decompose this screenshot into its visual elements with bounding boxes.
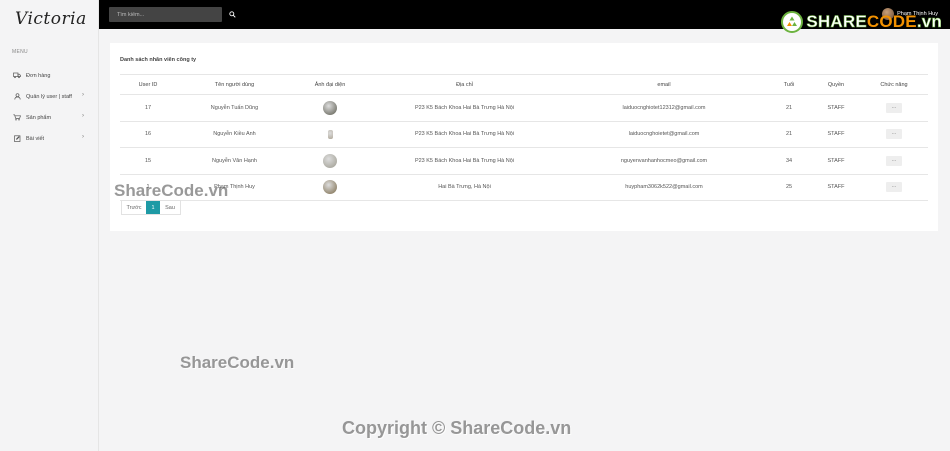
pagination-page-button[interactable]: 1 [146,201,160,214]
user-icon [13,93,21,101]
cell-age: 21 [766,121,812,148]
sharecode-logo: SHARECODE.vn [781,11,942,33]
table-row: 17 Nguyễn Tuấn Dũng P23 K5 Bách Khoa Hai… [120,94,928,122]
cell-actions: ··· [860,174,928,201]
cell-address: P23 K5 Bách Khoa Hai Bà Trưng Hà Nội [367,147,562,175]
table-row: 15 Nguyễn Văn Hạnh P23 K5 Bách Khoa Hai … [120,147,928,175]
cell-avatar [293,174,367,201]
sidebar-item-label: Quản lý user | staff [26,93,72,100]
menu-title: MENU [12,49,28,55]
avatar [323,153,337,168]
pagination-prev-button[interactable]: Trước [122,201,146,214]
col-header-name: Tên người dùng [176,74,293,95]
cell-role: STAFF [812,174,860,201]
sidebar-item-orders[interactable]: Đơn hàng [0,65,98,86]
chevron-right-icon: › [82,113,84,119]
search-icon[interactable] [227,9,237,19]
chevron-right-icon: › [82,92,84,98]
sidebar-item-label: Sản phẩm [26,114,52,121]
cell-age: 21 [766,94,812,122]
cell-age: 25 [766,174,812,201]
cell-email: laiduocnghoietet@gmail.com [562,121,766,148]
chevron-right-icon: › [82,134,84,140]
watermark-copyright: Copyright © ShareCode.vn [342,418,572,438]
truck-icon [13,72,21,80]
table-row: 16 Nguyễn Kiều Anh P23 K5 Bách Khoa Hai … [120,121,928,148]
staff-card: Danh sách nhân viên công ty User ID Tên … [110,43,938,231]
cell-address: P23 K5 Bách Khoa Hai Bà Trưng Hà Nội [367,94,562,122]
cell-email: nguyenvanhanhocmeo@gmail.com [562,147,766,175]
col-header-email: email [562,74,766,95]
cell-address: Hai Bà Trưng, Hà Nội [367,174,562,201]
search-input[interactable] [109,11,222,18]
cell-name: Nguyễn Kiều Anh [176,121,293,148]
sidebar-item-posts[interactable]: Bài viết › [0,128,98,149]
avatar [323,180,337,195]
cell-actions: ··· [860,121,928,148]
cell-user-id: 16 [120,121,176,148]
cell-user-id: 17 [120,94,176,122]
brand-logo[interactable]: Victoria [0,0,98,38]
pagination: Trước 1 Sau [121,200,181,215]
col-header-actions: Chức năng [860,74,928,95]
col-header-age: Tuổi [766,74,812,95]
cell-avatar [293,94,367,122]
cell-avatar [293,147,367,175]
cell-actions: ··· [860,94,928,122]
sidebar-item-label: Đơn hàng [26,72,51,79]
sidebar: Victoria MENU Đơn hàng Quản lý user | st… [0,0,99,451]
col-header-user-id: User ID [120,74,176,95]
recycle-icon [781,11,804,33]
page-title: Danh sách nhân viên công ty [120,57,197,63]
logo-text: SHARECODE.vn [806,12,942,32]
cell-email: huypham3062k522@gmail.com [562,174,766,201]
cell-role: STAFF [812,121,860,148]
watermark-text: ShareCode.vn [180,353,295,372]
cell-actions: ··· [860,147,928,175]
avatar [327,129,333,139]
col-header-address: Địa chỉ [367,74,562,95]
cell-role: STAFF [812,94,860,122]
edit-icon [13,135,21,143]
cell-email: laiduocnghiotet12312@gmail.com [562,94,766,122]
row-actions-button[interactable]: ··· [886,102,902,113]
cell-avatar [293,121,367,148]
cell-user-id: 15 [120,147,176,175]
row-actions-button[interactable]: ··· [886,129,902,140]
search-box [109,7,222,22]
sidebar-item-products[interactable]: Sản phẩm › [0,107,98,128]
cell-name: Nguyễn Văn Hạnh [176,147,293,175]
cart-icon [13,114,21,122]
row-actions-button[interactable]: ··· [886,155,902,166]
cell-address: P23 K5 Bách Khoa Hai Bà Trưng Hà Nội [367,121,562,148]
avatar [323,100,337,115]
menu-list: Đơn hàng Quản lý user | staff › Sản phẩm… [0,65,98,149]
row-actions-button[interactable]: ··· [886,182,902,193]
cell-role: STAFF [812,147,860,175]
table-row: 1 Phạm Thịnh Huy Hai Bà Trưng, Hà Nội hu… [120,174,928,201]
pagination-next-button[interactable]: Sau [160,201,180,214]
cell-name: Nguyễn Tuấn Dũng [176,94,293,122]
col-header-role: Quyền [812,74,860,95]
sidebar-item-label: Bài viết [26,135,45,142]
col-header-avatar: Ảnh đại diện [293,74,367,95]
staff-table: User ID Tên người dùng Ảnh đại diện Địa … [120,74,928,201]
sidebar-item-users[interactable]: Quản lý user | staff › [0,86,98,107]
cell-age: 34 [766,147,812,175]
watermark-text: ShareCode.vn [114,181,229,200]
table-header-row: User ID Tên người dùng Ảnh đại diện Địa … [120,74,928,95]
